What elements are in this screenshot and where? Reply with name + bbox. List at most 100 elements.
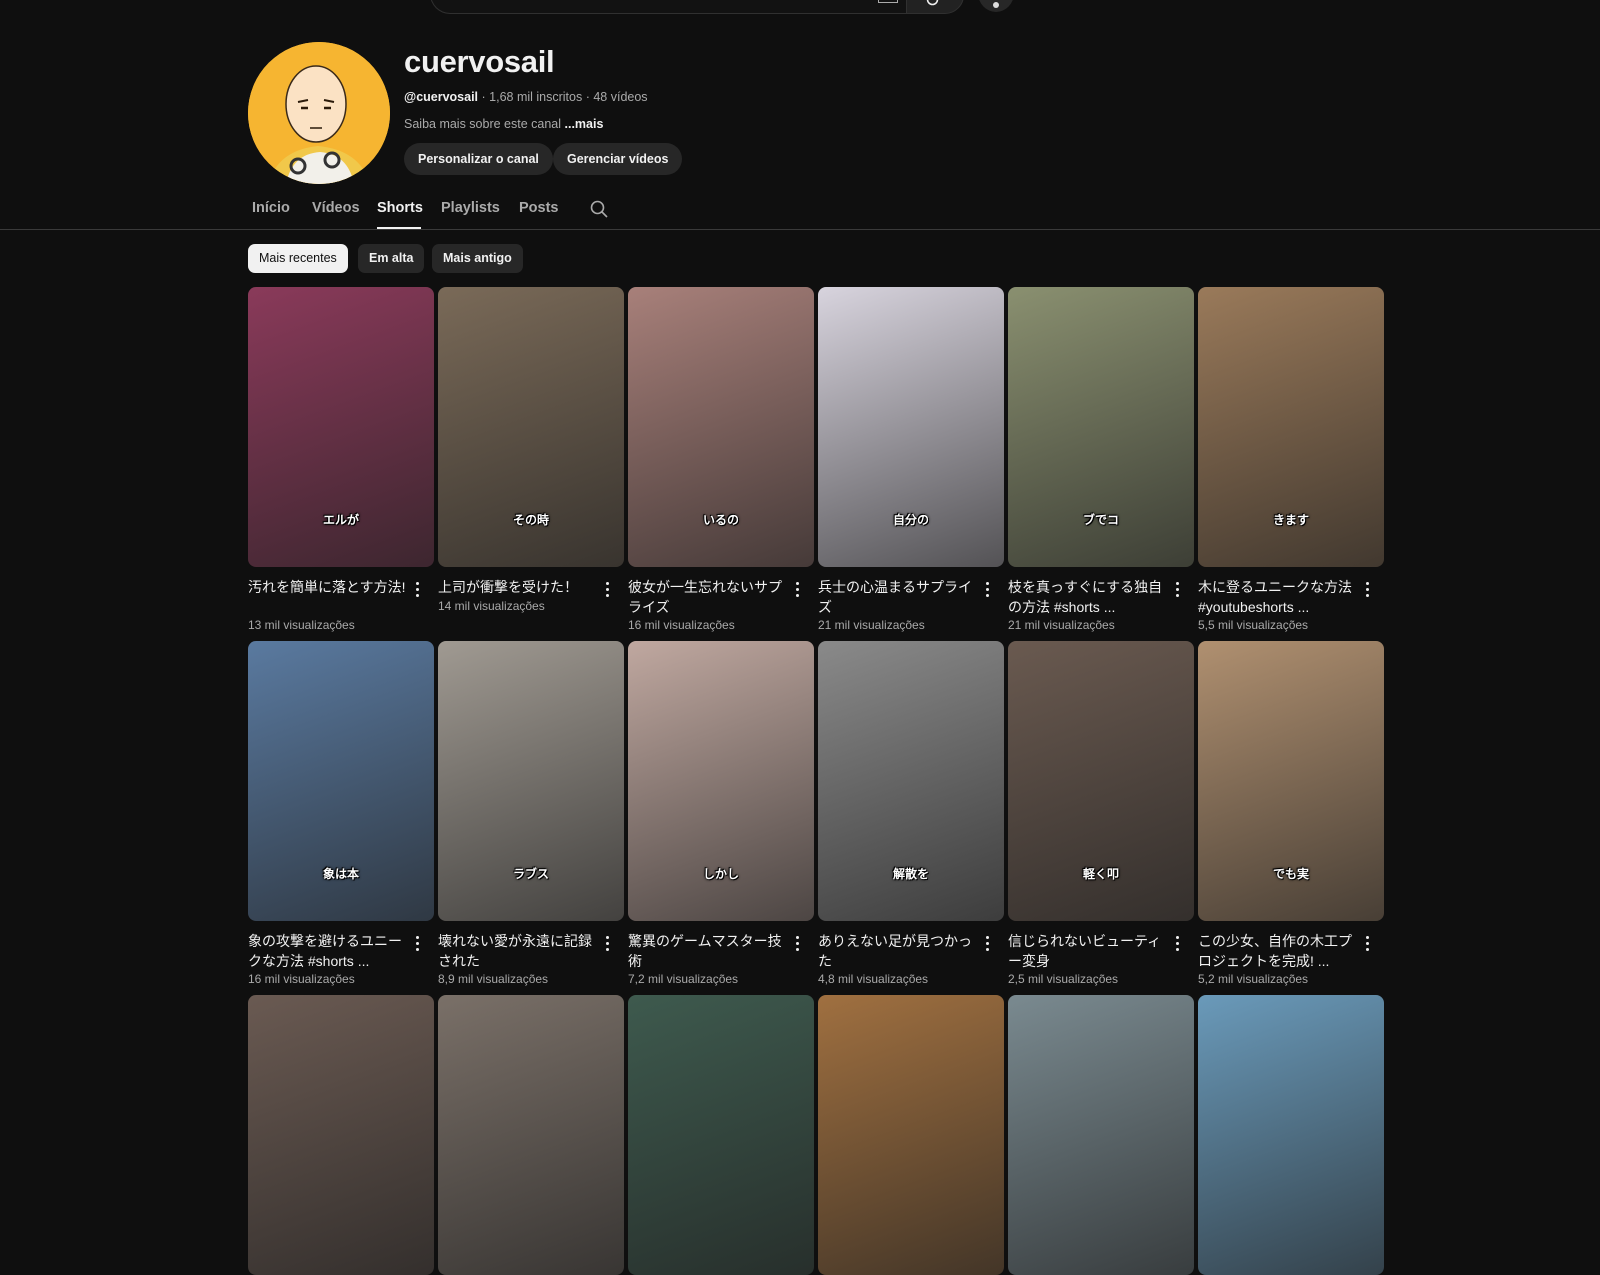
short-thumbnail[interactable]: エルが bbox=[248, 287, 434, 567]
short-title[interactable]: ありえない足が見つかった bbox=[818, 931, 978, 971]
short-title[interactable]: 象の攻撃を避けるユニークな方法 #shorts ... bbox=[248, 931, 408, 971]
short-views: 2,5 mil visualizações bbox=[1008, 972, 1119, 986]
short-thumbnail[interactable]: しかし bbox=[628, 641, 814, 921]
thumbnail-caption: 軽く叩 bbox=[1082, 867, 1119, 881]
search-icon bbox=[926, 0, 939, 6]
short-title[interactable]: 驚異のゲームマスター技術 bbox=[628, 931, 788, 971]
thumbnail-caption: その時 bbox=[512, 513, 549, 527]
channel-avatar bbox=[248, 42, 390, 184]
more-actions-icon[interactable] bbox=[796, 582, 800, 598]
manage-videos-button[interactable]: Gerenciar vídeos bbox=[553, 143, 683, 175]
chip-oldest[interactable]: Mais antigo bbox=[432, 244, 523, 273]
short-title[interactable]: 汚れを簡単に落とす方法! bbox=[248, 577, 408, 597]
channel-title: cuervosail bbox=[404, 44, 555, 79]
short-card[interactable] bbox=[628, 995, 814, 1275]
channel-stats: · 1,68 mil inscritos · 48 vídeos bbox=[481, 90, 648, 104]
short-card[interactable]: その時上司が衝撃を受けた！ 14 mil visualizações bbox=[438, 287, 624, 627]
short-views: 5,2 mil visualizações bbox=[1198, 972, 1309, 986]
short-card[interactable]: ブでコ枝を真っすぐにする独自の方法 #shorts ... 21 mil visu… bbox=[1008, 287, 1194, 632]
more-actions-icon[interactable] bbox=[1366, 936, 1370, 952]
header-divider bbox=[0, 229, 1600, 230]
search-input[interactable] bbox=[430, 0, 909, 14]
more-actions-icon[interactable] bbox=[1366, 582, 1370, 598]
short-thumbnail[interactable]: いるの bbox=[628, 287, 814, 567]
short-title[interactable]: 上司が衝撃を受けた！ bbox=[438, 577, 598, 597]
short-card[interactable] bbox=[818, 995, 1004, 1275]
tab-playlists[interactable]: Playlists bbox=[441, 200, 500, 216]
tab-inicio[interactable]: Início bbox=[252, 200, 290, 216]
short-title[interactable]: 信じられないビューティー変身 bbox=[1008, 931, 1168, 971]
channel-about[interactable]: Saiba mais sobre este canal ...mais bbox=[404, 117, 603, 131]
short-thumbnail[interactable]: 軽く叩 bbox=[1008, 641, 1194, 921]
short-thumbnail[interactable] bbox=[438, 995, 624, 1275]
tab-shorts[interactable]: Shorts bbox=[377, 200, 423, 216]
short-views: 21 mil visualizações bbox=[1008, 618, 1115, 632]
more-actions-icon[interactable] bbox=[416, 582, 420, 598]
more-actions-icon[interactable] bbox=[606, 582, 610, 598]
short-thumbnail[interactable] bbox=[1008, 995, 1194, 1275]
short-thumbnail[interactable]: 象は本 bbox=[248, 641, 434, 921]
short-card[interactable] bbox=[1008, 995, 1194, 1275]
short-thumbnail[interactable]: 自分の bbox=[818, 287, 1004, 567]
short-card[interactable]: 解散を ありえない足が見つかった 4,8 mil visualizações bbox=[818, 641, 1004, 986]
short-title[interactable]: 壊れない愛が永遠に記録された bbox=[438, 931, 598, 971]
short-thumbnail[interactable] bbox=[628, 995, 814, 1275]
more-actions-icon[interactable] bbox=[1176, 936, 1180, 952]
short-card[interactable]: いるの彼女が一生忘れないサプライズ 16 mil visualizações bbox=[628, 287, 814, 632]
short-card[interactable]: でも実この少女、自作の木工プロジェクトを完成! ... 5,2 mil visua… bbox=[1198, 641, 1384, 986]
short-views: 14 mil visualizações bbox=[438, 599, 545, 613]
short-thumbnail[interactable]: ラブス bbox=[438, 641, 624, 921]
short-card[interactable]: きます木に登るユニークな方法 #youtubeshorts ... 5,5 mil… bbox=[1198, 287, 1384, 632]
short-thumbnail[interactable]: その時 bbox=[438, 287, 624, 567]
short-title[interactable]: 枝を真っすぐにする独自の方法 #shorts ... bbox=[1008, 577, 1168, 617]
keyboard-icon[interactable] bbox=[878, 0, 898, 3]
thumbnail-caption: ブでコ bbox=[1082, 513, 1119, 527]
short-thumbnail[interactable]: 解散を bbox=[818, 641, 1004, 921]
more-actions-icon[interactable] bbox=[1176, 582, 1180, 598]
voice-search-button[interactable] bbox=[978, 0, 1014, 12]
top-search-bar bbox=[0, 0, 1600, 14]
search-button[interactable] bbox=[906, 0, 964, 14]
tab-posts[interactable]: Posts bbox=[519, 200, 559, 216]
short-thumbnail[interactable] bbox=[1198, 995, 1384, 1275]
tab-videos[interactable]: Vídeos bbox=[312, 200, 360, 216]
customize-channel-button[interactable]: Personalizar o canal bbox=[404, 143, 553, 175]
more-actions-icon[interactable] bbox=[986, 582, 990, 598]
channel-handle: @cuervosail bbox=[404, 90, 479, 104]
about-more-link[interactable]: ...mais bbox=[565, 117, 604, 131]
more-actions-icon[interactable] bbox=[796, 936, 800, 952]
channel-search-button[interactable] bbox=[590, 200, 608, 223]
short-card[interactable]: しかし 驚異のゲームマスター技術 7,2 mil visualizações bbox=[628, 641, 814, 986]
short-card[interactable] bbox=[248, 995, 434, 1275]
short-views: 13 mil visualizações bbox=[248, 618, 355, 632]
short-thumbnail[interactable]: きます bbox=[1198, 287, 1384, 567]
bald-hero-avatar-icon bbox=[248, 42, 390, 184]
short-card[interactable]: エルが汚れを簡単に落とす方法! 13 mil visualizações bbox=[248, 287, 434, 632]
short-card[interactable]: 軽く叩信じられないビューティー変身 2,5 mil visualizações bbox=[1008, 641, 1194, 986]
thumbnail-caption: ラブス bbox=[512, 867, 549, 881]
chip-trending[interactable]: Em alta bbox=[358, 244, 425, 273]
thumbnail-caption: 解散を bbox=[892, 867, 929, 881]
search-icon bbox=[590, 200, 608, 218]
short-views: 5,5 mil visualizações bbox=[1198, 618, 1309, 632]
more-actions-icon[interactable] bbox=[986, 936, 990, 952]
short-title[interactable]: 彼女が一生忘れないサプライズ bbox=[628, 577, 788, 617]
thumbnail-caption: きます bbox=[1272, 513, 1309, 527]
short-title[interactable]: 木に登るユニークな方法 #youtubeshorts ... bbox=[1198, 577, 1358, 617]
short-thumbnail[interactable]: ブでコ bbox=[1008, 287, 1194, 567]
short-card[interactable] bbox=[438, 995, 624, 1275]
short-thumbnail[interactable]: でも実 bbox=[1198, 641, 1384, 921]
more-actions-icon[interactable] bbox=[606, 936, 610, 952]
short-views: 16 mil visualizações bbox=[628, 618, 735, 632]
short-card[interactable]: 自分の兵士の心温まるサプライズ 21 mil visualizações bbox=[818, 287, 1004, 632]
short-card[interactable]: 象は本 象の攻撃を避けるユニークな方法 #shorts ... 16 mil vis… bbox=[248, 641, 434, 986]
chip-most-recent[interactable]: Mais recentes bbox=[248, 244, 348, 273]
short-card[interactable]: ラブス 壊れない愛が永遠に記録された 8,9 mil visualizações bbox=[438, 641, 624, 986]
more-actions-icon[interactable] bbox=[416, 936, 420, 952]
short-card[interactable] bbox=[1198, 995, 1384, 1275]
short-thumbnail[interactable] bbox=[248, 995, 434, 1275]
short-views: 21 mil visualizações bbox=[818, 618, 925, 632]
short-thumbnail[interactable] bbox=[818, 995, 1004, 1275]
short-title[interactable]: 兵士の心温まるサプライズ bbox=[818, 577, 978, 617]
short-title[interactable]: この少女、自作の木工プロジェクトを完成! ... bbox=[1198, 931, 1358, 971]
